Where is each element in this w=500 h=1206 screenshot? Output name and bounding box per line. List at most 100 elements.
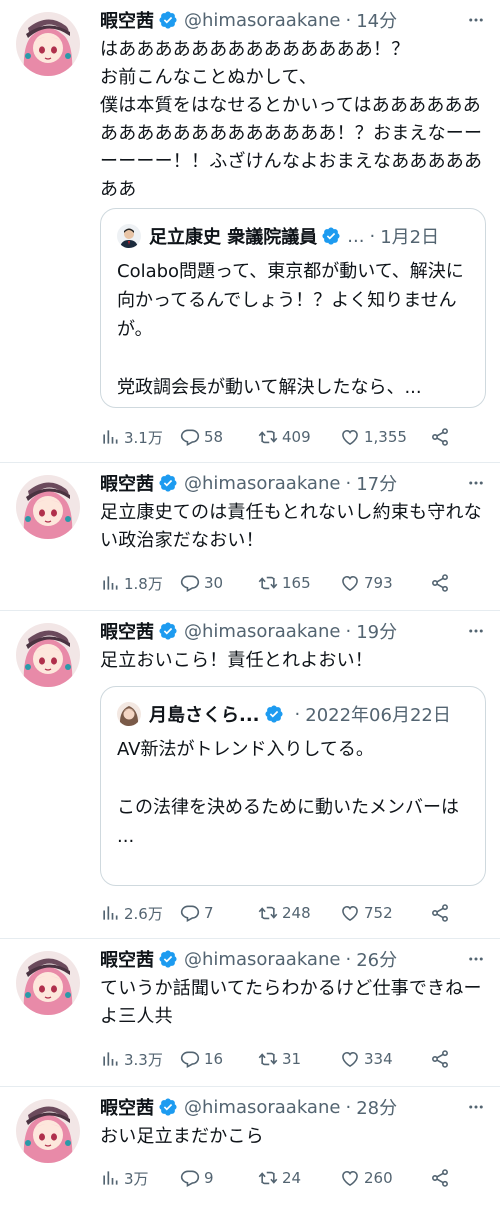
share-button[interactable]	[430, 903, 450, 923]
like-button[interactable]: 793	[340, 573, 430, 593]
author-handle[interactable]: @himasoraakane	[184, 949, 340, 970]
more-options-icon[interactable]	[466, 949, 486, 969]
more-options-icon[interactable]	[466, 10, 486, 30]
tweet[interactable]: 暇空茜 @himasoraakane · 17分 足立康史てのは責任もとれないし…	[0, 463, 500, 611]
author-handle[interactable]: @himasoraakane	[184, 10, 340, 31]
tweet[interactable]: 暇空茜 @himasoraakane · 14分 はああああああああああああああ…	[0, 0, 500, 463]
avatar[interactable]	[16, 951, 80, 1015]
like-button[interactable]: 752	[340, 903, 430, 923]
more-options-icon[interactable]	[466, 473, 486, 493]
views-icon	[100, 1168, 120, 1188]
timestamp[interactable]: 19分	[356, 618, 397, 644]
verified-badge-icon	[264, 704, 284, 724]
reply-icon	[180, 1168, 200, 1188]
separator-dot: ·	[345, 948, 352, 970]
author-name[interactable]: 暇空茜	[100, 7, 154, 33]
views-icon	[100, 573, 120, 593]
reply-button[interactable]: 58	[180, 427, 258, 447]
views-button[interactable]: 1.8万	[100, 573, 180, 594]
tweet-header: 暇空茜 @himasoraakane · 19分	[100, 617, 460, 645]
views-button[interactable]: 2.6万	[100, 903, 180, 924]
author-name[interactable]: 暇空茜	[100, 618, 154, 644]
anime-girl-avatar-icon	[16, 1099, 80, 1163]
timestamp[interactable]: 28分	[356, 1094, 397, 1120]
verified-badge-icon	[158, 621, 178, 641]
like-count: 793	[364, 574, 393, 592]
action-bar: 3.3万 16 31 334	[100, 1047, 450, 1071]
like-button[interactable]: 334	[340, 1049, 430, 1069]
retweet-button[interactable]: 409	[258, 427, 340, 447]
author-name[interactable]: 暇空茜	[100, 470, 154, 496]
more-options-icon[interactable]	[466, 621, 486, 641]
like-button[interactable]: 260	[340, 1168, 430, 1188]
heart-icon	[340, 903, 360, 923]
separator-dot: ·	[345, 9, 352, 31]
quoted-avatar	[117, 702, 141, 726]
retweet-button[interactable]: 248	[258, 903, 340, 923]
retweet-icon	[258, 903, 278, 923]
quoted-tweet[interactable]: 足立康史 衆議院議員 ... · 1月2日 Colabo問題って、東京都が動いて…	[100, 208, 486, 408]
reply-icon	[180, 573, 200, 593]
heart-icon	[340, 1049, 360, 1069]
avatar[interactable]	[16, 475, 80, 539]
share-icon	[430, 903, 450, 923]
timestamp[interactable]: 14分	[356, 7, 397, 33]
reply-icon	[180, 427, 200, 447]
action-bar: 2.6万 7 248 752	[100, 901, 450, 925]
avatar[interactable]	[16, 623, 80, 687]
tweet[interactable]: 暇空茜 @himasoraakane · 26分 ていうか話聞いてたらわかるけど…	[0, 939, 500, 1087]
views-button[interactable]: 3万	[100, 1168, 180, 1189]
avatar[interactable]	[16, 1099, 80, 1163]
share-button[interactable]	[430, 1049, 450, 1069]
verified-badge-icon	[158, 1097, 178, 1117]
author-handle[interactable]: @himasoraakane	[184, 1097, 340, 1118]
verified-badge-icon	[158, 473, 178, 493]
tweet-header: 暇空茜 @himasoraakane · 14分	[100, 6, 460, 34]
separator-dot: ·	[345, 1096, 352, 1118]
reply-count: 16	[204, 1050, 224, 1068]
like-count: 260	[364, 1169, 393, 1187]
reply-button[interactable]: 30	[180, 573, 258, 593]
action-bar: 3.1万 58 409 1,355	[100, 425, 450, 449]
timestamp[interactable]: 17分	[356, 470, 397, 496]
tweet[interactable]: 暇空茜 @himasoraakane · 19分 足立おいこら！責任とれよおい！…	[0, 611, 500, 939]
anime-girl-avatar-icon	[16, 623, 80, 687]
share-button[interactable]	[430, 1168, 450, 1188]
views-button[interactable]: 3.1万	[100, 427, 180, 448]
author-handle[interactable]: @himasoraakane	[184, 473, 340, 494]
quoted-handle-ellipsis: ...	[347, 225, 365, 247]
author-name[interactable]: 暇空茜	[100, 946, 154, 972]
author-name[interactable]: 暇空茜	[100, 1094, 154, 1120]
tweet-header: 暇空茜 @himasoraakane · 17分	[100, 469, 460, 497]
heart-icon	[340, 1168, 360, 1188]
retweet-button[interactable]: 31	[258, 1049, 340, 1069]
more-options-icon[interactable]	[466, 1097, 486, 1117]
retweet-button[interactable]: 24	[258, 1168, 340, 1188]
share-button[interactable]	[430, 427, 450, 447]
retweet-button[interactable]: 165	[258, 573, 340, 593]
views-count: 2.6万	[124, 904, 163, 923]
retweet-count: 409	[282, 428, 311, 446]
like-button[interactable]: 1,355	[340, 427, 430, 447]
reply-button[interactable]: 7	[180, 903, 258, 923]
reply-button[interactable]: 16	[180, 1049, 258, 1069]
like-count: 752	[364, 904, 393, 922]
share-button[interactable]	[430, 573, 450, 593]
reply-icon	[180, 903, 200, 923]
tweet-text: 足立おいこら！責任とれよおい！	[100, 650, 373, 671]
share-icon	[430, 573, 450, 593]
reply-button[interactable]: 9	[180, 1168, 258, 1188]
author-handle[interactable]: @himasoraakane	[184, 621, 340, 642]
tweet-text: はああああああああああああああ！？ お前こんなことぬかして、 僕は本質をはなせる…	[100, 39, 483, 200]
politician-avatar-icon	[117, 224, 141, 248]
heart-icon	[340, 573, 360, 593]
quoted-timestamp: 2022年06月22日	[305, 705, 451, 726]
avatar[interactable]	[16, 12, 80, 76]
views-button[interactable]: 3.3万	[100, 1049, 180, 1070]
quoted-tweet-text: AV新法がトレンド入りしてる。 この法律を決めるために動いたメンバーは ...	[117, 739, 459, 847]
quoted-tweet[interactable]: 月島さくら... · 2022年06月22日 AV新法がトレンド入りしてる。 こ…	[100, 686, 486, 886]
timestamp[interactable]: 26分	[356, 946, 397, 972]
tweet[interactable]: 暇空茜 @himasoraakane · 28分 おい足立まだかこら 3万 9 …	[0, 1087, 500, 1206]
quoted-tweet-header: 足立康史 衆議院議員 ... · 1月2日	[117, 223, 471, 249]
reply-count: 7	[204, 904, 214, 922]
